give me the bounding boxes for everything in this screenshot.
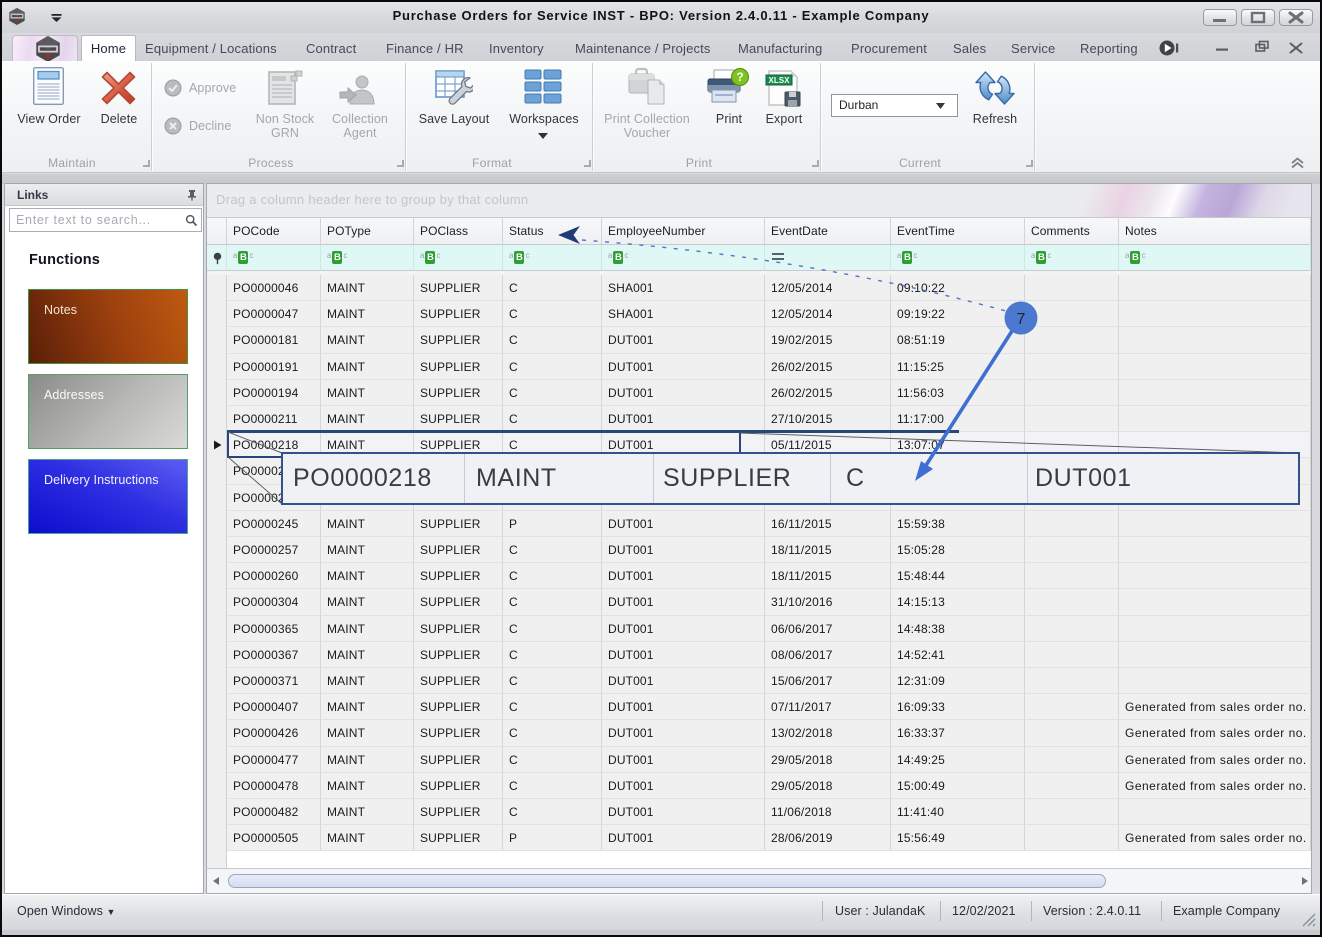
svg-text:7: 7 [1017, 311, 1026, 328]
